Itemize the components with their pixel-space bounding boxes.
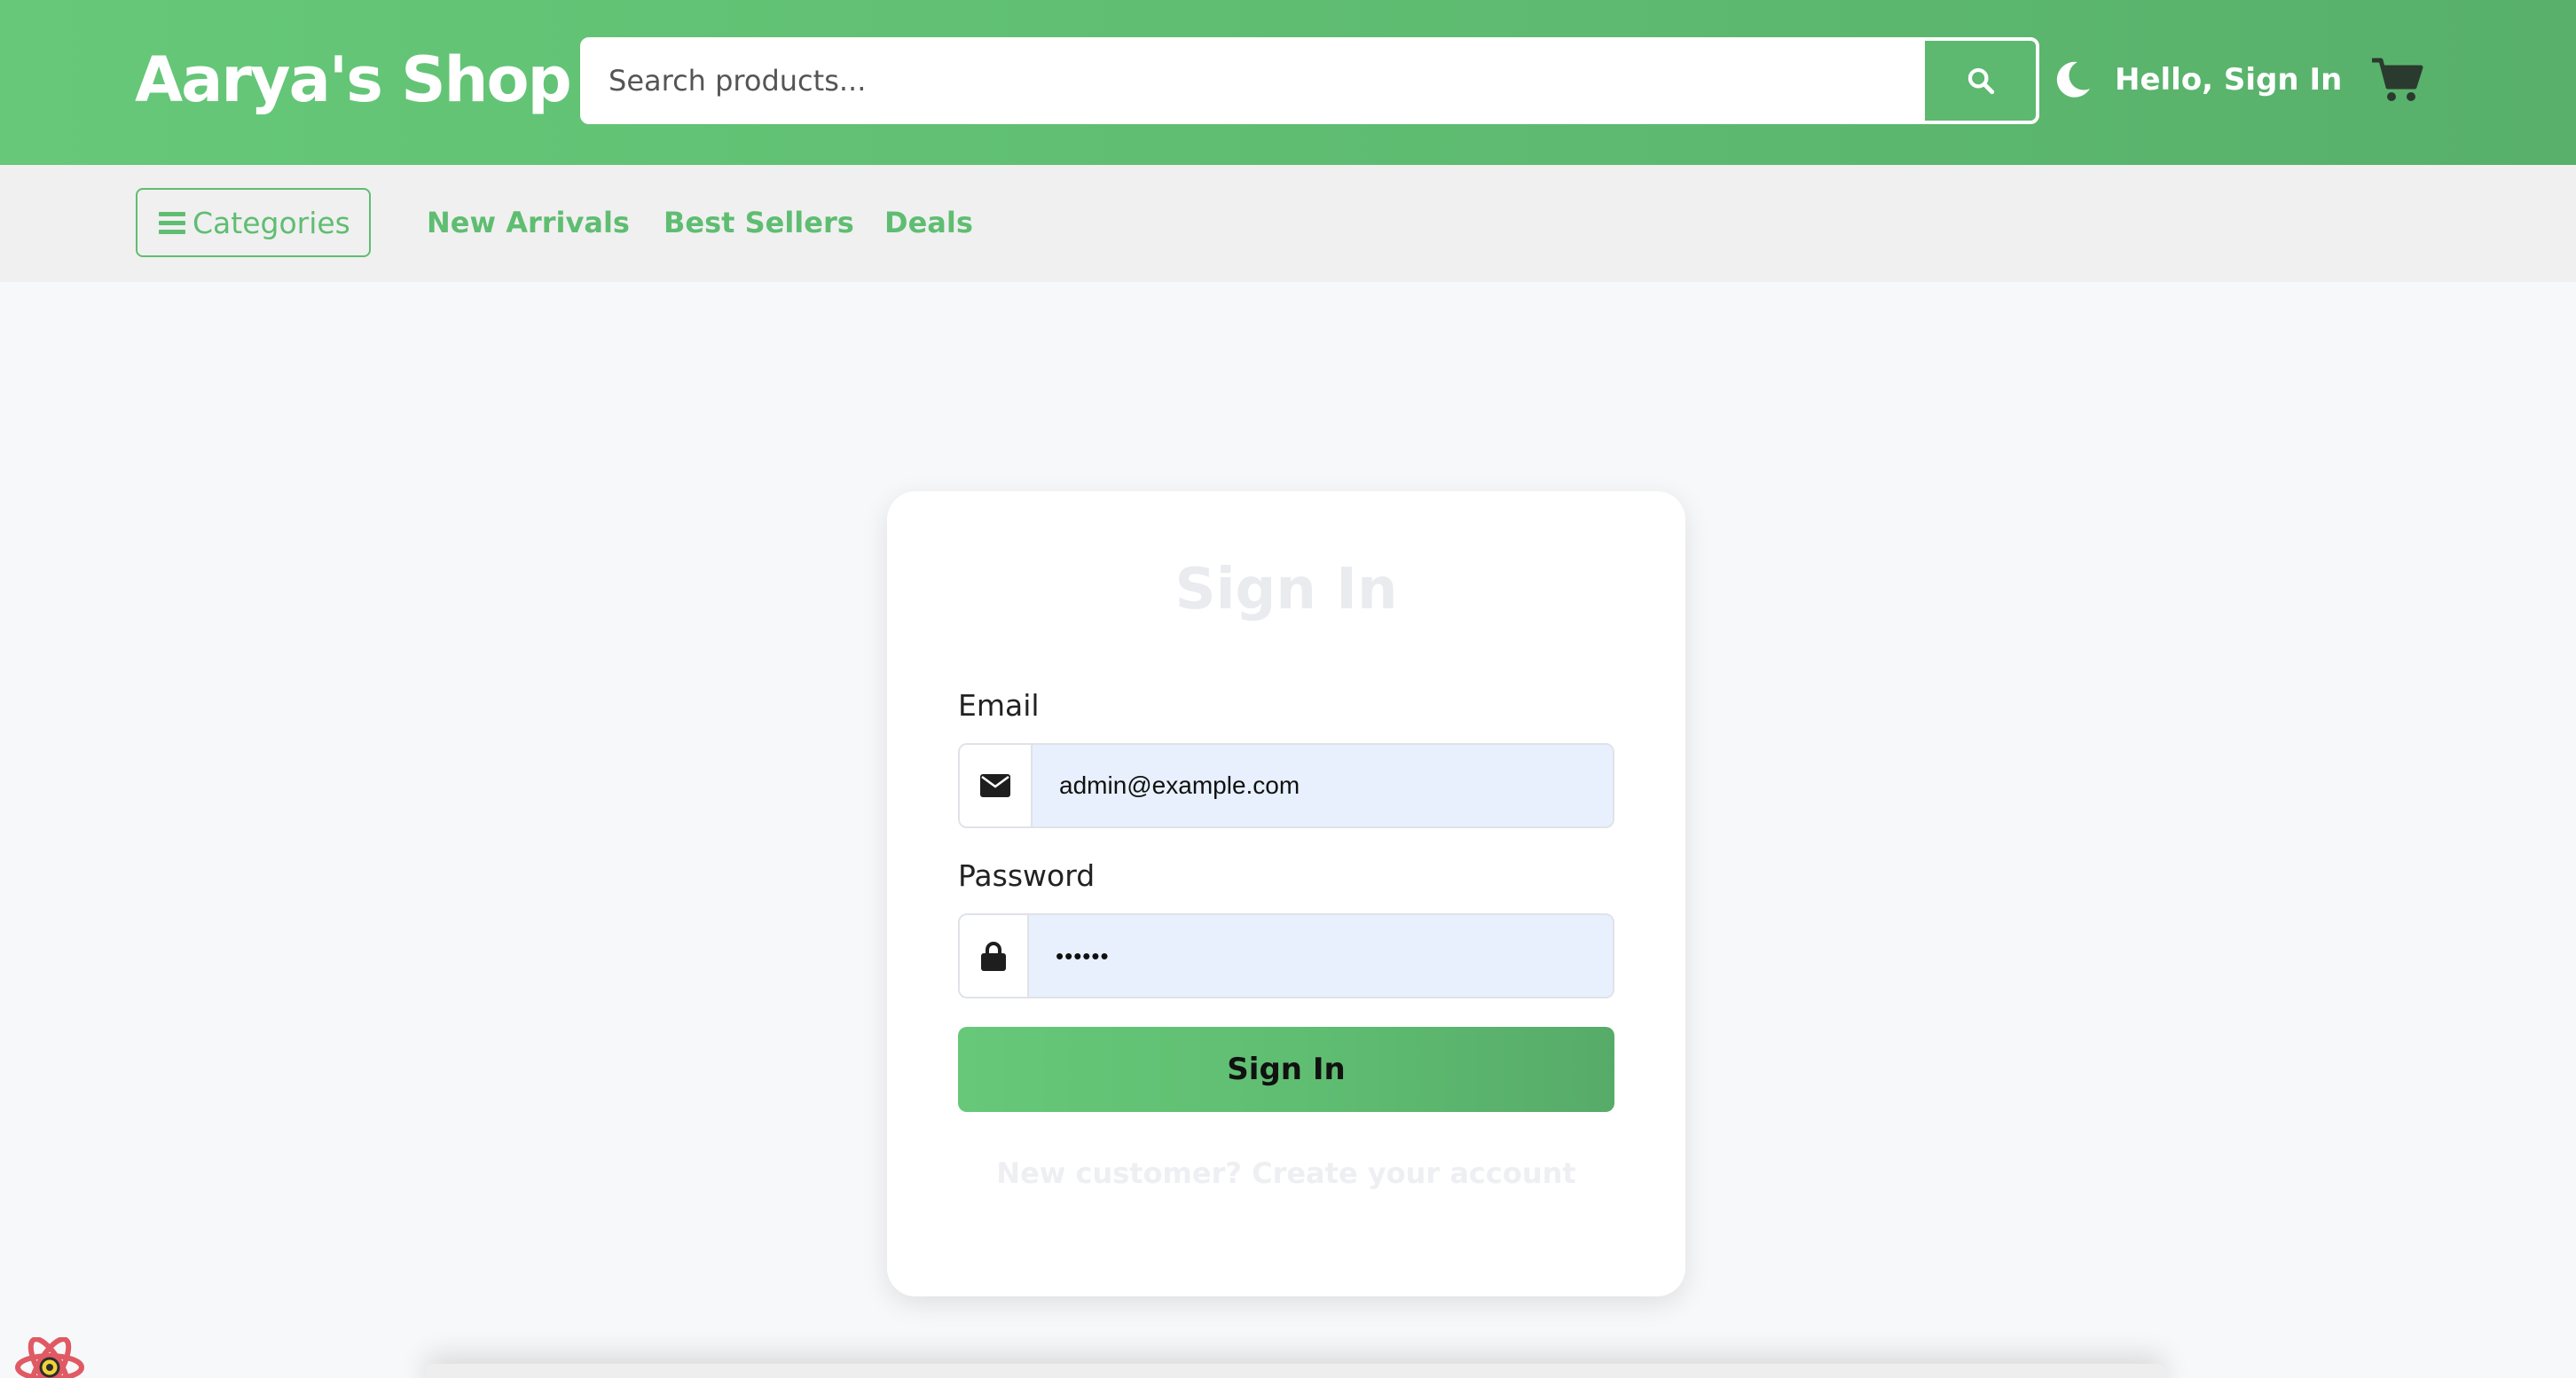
signin-title: Sign In: [1174, 557, 1398, 622]
categories-button[interactable]: Categories: [136, 188, 371, 257]
search-bar: [580, 37, 2039, 124]
hamburger-icon: [159, 211, 185, 234]
react-devtools-icon[interactable]: [14, 1337, 85, 1378]
lock-icon: [981, 942, 1006, 971]
shop-logo[interactable]: Aarya's Shop: [135, 39, 572, 121]
email-field[interactable]: [1033, 745, 1613, 826]
category-nav: Categories New Arrivals Best Sellers Dea…: [0, 165, 2576, 282]
search-input[interactable]: [584, 41, 1925, 121]
nav-best-sellers[interactable]: Best Sellers: [664, 200, 854, 245]
create-account-link[interactable]: New customer? Create your account: [887, 1156, 1685, 1190]
nav-deals[interactable]: Deals: [884, 200, 973, 245]
search-icon: [1967, 67, 1994, 95]
password-field[interactable]: [1029, 915, 1613, 997]
categories-label: Categories: [192, 205, 350, 240]
cart-icon[interactable]: [2370, 55, 2423, 105]
email-input-group: [958, 743, 1614, 828]
password-label: Password: [958, 858, 1096, 893]
email-label: Email: [958, 688, 1040, 723]
nav-new-arrivals[interactable]: New Arrivals: [427, 200, 630, 245]
envelope-icon: [980, 774, 1010, 797]
password-addon: [960, 915, 1029, 997]
search-button[interactable]: [1925, 41, 2036, 121]
site-header: Aarya's Shop Hello, Sign In: [0, 0, 2576, 165]
signin-card: Sign In Email Password Sign In New custo…: [887, 491, 1685, 1296]
signin-submit-button[interactable]: Sign In: [958, 1027, 1614, 1112]
footer-edge: [426, 1364, 2164, 1378]
password-input-group: [958, 913, 1614, 998]
account-signin-link[interactable]: Hello, Sign In: [2115, 55, 2342, 105]
moon-icon[interactable]: [2051, 57, 2095, 101]
email-addon: [960, 745, 1033, 826]
